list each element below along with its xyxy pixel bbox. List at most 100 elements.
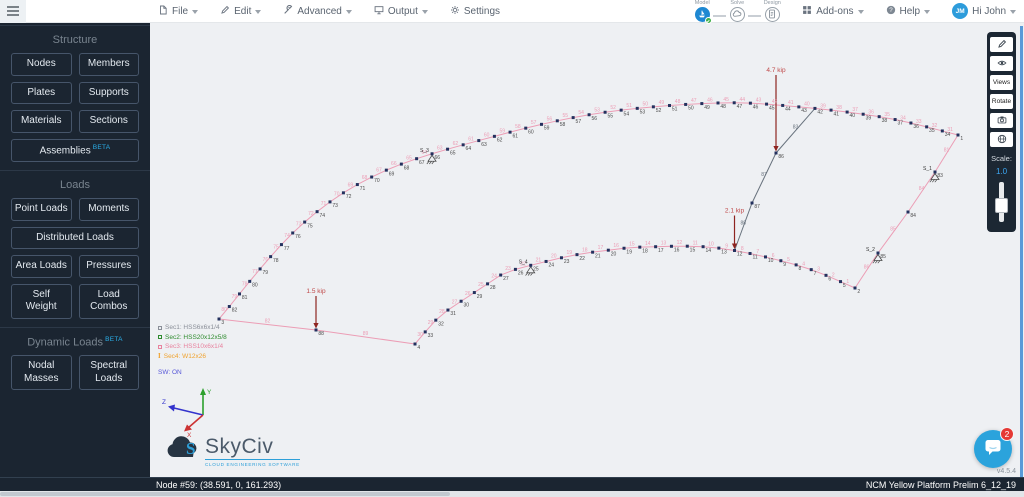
structure-node[interactable]	[571, 116, 575, 120]
sidebar-button-plates[interactable]: Plates	[11, 81, 72, 104]
structure-node[interactable]	[555, 119, 559, 123]
structure-node[interactable]	[619, 108, 623, 112]
structure-node[interactable]	[940, 129, 944, 133]
stepper-design-button[interactable]: Design	[758, 0, 786, 22]
structure-node[interactable]	[654, 245, 658, 249]
structure-node[interactable]	[314, 328, 318, 332]
structure-node[interactable]	[559, 256, 563, 260]
structure-node[interactable]	[575, 253, 579, 257]
eye-tool-button[interactable]	[990, 56, 1013, 71]
structure-node[interactable]	[472, 291, 476, 295]
structure-node[interactable]	[303, 220, 307, 224]
render-tool-button[interactable]	[990, 132, 1013, 147]
structure-node[interactable]	[258, 267, 262, 271]
structure-node[interactable]	[700, 102, 704, 106]
structure-node[interactable]	[717, 246, 721, 250]
structure-node[interactable]	[845, 110, 849, 114]
member[interactable]	[934, 134, 959, 173]
structure-node[interactable]	[355, 183, 359, 187]
structure-node[interactable]	[269, 255, 273, 259]
structure-node[interactable]	[370, 175, 374, 179]
structure-node[interactable]	[877, 115, 881, 119]
sidebar-button-supports[interactable]: Supports	[78, 81, 139, 104]
sidebar-button-moments[interactable]: Moments	[78, 198, 139, 221]
hamburger-button[interactable]	[0, 0, 26, 23]
structure-node[interactable]	[328, 200, 332, 204]
structure-node[interactable]	[446, 308, 450, 312]
structure-node[interactable]	[876, 251, 880, 255]
scale-slider-thumb[interactable]	[995, 198, 1008, 213]
pencil-tool-button[interactable]	[990, 37, 1013, 52]
structure-node[interactable]	[434, 318, 438, 322]
stepper-solve-button[interactable]: Solve	[723, 0, 751, 22]
structure-node[interactable]	[684, 102, 688, 106]
structure-node[interactable]	[824, 273, 828, 277]
menu-file[interactable]: File	[158, 5, 199, 18]
structure-node[interactable]	[750, 201, 754, 205]
structure-node[interactable]	[797, 105, 801, 109]
structure-node[interactable]	[603, 110, 607, 114]
sidebar-button-distributed-loads[interactable]: Distributed Loads	[11, 226, 139, 250]
structure-node[interactable]	[237, 292, 241, 296]
structure-node[interactable]	[925, 125, 929, 129]
camera-tool-button[interactable]	[990, 113, 1013, 128]
structure-node[interactable]	[529, 263, 533, 267]
structure-node[interactable]	[446, 147, 450, 151]
menu-advanced[interactable]: Advanced	[283, 4, 352, 18]
structure-node[interactable]	[853, 286, 857, 290]
structure-node[interactable]	[635, 106, 639, 110]
structure-node[interactable]	[651, 105, 655, 109]
canvas-scrollbar[interactable]	[1020, 26, 1023, 477]
sidebar-button-nodes[interactable]: Nodes	[11, 53, 72, 76]
member[interactable]	[877, 211, 909, 254]
structure-node[interactable]	[606, 248, 610, 252]
structure-node[interactable]	[492, 134, 496, 138]
sidebar-button-members[interactable]: Members	[78, 53, 139, 76]
structure-node[interactable]	[423, 330, 427, 334]
structure-node[interactable]	[315, 210, 319, 214]
structure-node[interactable]	[279, 243, 283, 247]
structure-node[interactable]	[794, 263, 798, 267]
structure-node[interactable]	[669, 244, 673, 248]
structure-node[interactable]	[217, 317, 221, 321]
addons-button[interactable]: Add-ons	[802, 5, 864, 18]
structure-node[interactable]	[748, 101, 752, 105]
structure-node[interactable]	[763, 255, 767, 259]
member[interactable]	[854, 252, 879, 289]
structure-node[interactable]	[701, 245, 705, 249]
structure-node[interactable]	[861, 112, 865, 116]
structure-node[interactable]	[508, 130, 512, 134]
structure-node[interactable]	[893, 118, 897, 122]
structure-node[interactable]	[779, 259, 783, 263]
structure-node[interactable]	[499, 273, 503, 277]
structure-node[interactable]	[774, 151, 778, 155]
help-button[interactable]: ? Help	[886, 5, 931, 18]
structure-node[interactable]	[544, 259, 548, 263]
structure-node[interactable]	[227, 305, 231, 309]
structure-node[interactable]	[248, 279, 252, 283]
point-load[interactable]	[731, 215, 738, 249]
model-canvas[interactable]: 80 79 78 77 76 75 74 73 72 71 70 69 68 67 66 65 64 63 62 61…	[150, 23, 1024, 477]
sidebar-button-sections[interactable]: Sections	[78, 110, 139, 133]
structure-node[interactable]	[638, 245, 642, 249]
structure-node[interactable]	[765, 102, 769, 106]
sidebar-button-materials[interactable]: Materials	[11, 110, 72, 133]
point-load[interactable]	[773, 75, 779, 152]
rotate-tool-button[interactable]: Rotate	[990, 94, 1013, 109]
sidebar-button-self-weight[interactable]: Self Weight	[11, 283, 72, 319]
structure-node[interactable]	[413, 342, 417, 346]
structure-node[interactable]	[906, 210, 910, 214]
structure-node[interactable]	[591, 250, 595, 254]
stepper-model-button[interactable]: Model	[688, 0, 716, 24]
structure-node[interactable]	[341, 191, 345, 195]
menu-edit[interactable]: Edit	[220, 5, 262, 18]
structure-node[interactable]	[809, 268, 813, 272]
structure-node[interactable]	[415, 157, 419, 161]
structure-node[interactable]	[732, 101, 736, 105]
structure-node[interactable]	[685, 244, 689, 248]
chat-button[interactable]: 2	[974, 427, 1014, 468]
structure-node[interactable]	[459, 299, 463, 303]
structure-node[interactable]	[524, 126, 528, 130]
structure-node[interactable]	[587, 113, 591, 117]
structure-node[interactable]	[477, 139, 481, 143]
